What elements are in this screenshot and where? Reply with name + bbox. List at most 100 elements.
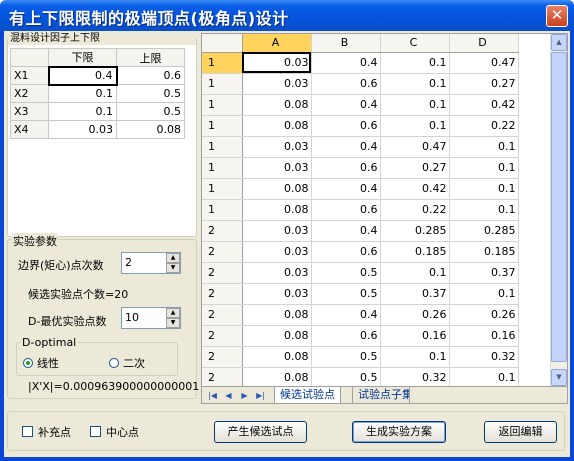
row-header[interactable]: 2: [202, 283, 243, 305]
table-cell[interactable]: 0.1: [449, 367, 519, 389]
table-cell[interactable]: 0.1: [380, 94, 450, 116]
table-cell[interactable]: 0.1: [449, 136, 519, 158]
table-cell[interactable]: 0.16: [449, 325, 519, 347]
next-sheet-icon[interactable]: ▶: [238, 389, 251, 402]
table-cell[interactable]: 0.03: [242, 52, 312, 74]
table-cell[interactable]: 0.1: [449, 199, 519, 221]
table-cell[interactable]: 0.03: [242, 73, 312, 95]
lower-cell-x2[interactable]: 0.1: [48, 84, 117, 103]
table-cell[interactable]: 0.47: [380, 136, 450, 158]
row-header[interactable]: 1: [202, 73, 243, 95]
upper-cell-x3[interactable]: 0.5: [116, 102, 185, 121]
table-cell[interactable]: 0.4: [311, 94, 381, 116]
upper-cell-x2[interactable]: 0.5: [116, 84, 185, 103]
table-cell[interactable]: 0.6: [311, 73, 381, 95]
table-cell[interactable]: 0.26: [449, 304, 519, 326]
table-cell[interactable]: 0.03: [242, 157, 312, 179]
prev-sheet-icon[interactable]: ◀: [222, 389, 235, 402]
table-cell[interactable]: 0.1: [380, 262, 450, 284]
table-cell[interactable]: 0.6: [311, 157, 381, 179]
table-cell[interactable]: 0.6: [311, 199, 381, 221]
table-cell[interactable]: 0.32: [380, 367, 450, 389]
tab-candidate-points[interactable]: 候选试验点: [274, 387, 341, 403]
table-cell[interactable]: 0.4: [311, 136, 381, 158]
table-cell[interactable]: 0.4: [311, 178, 381, 200]
table-cell[interactable]: 0.16: [380, 325, 450, 347]
table-cell[interactable]: 0.22: [449, 115, 519, 137]
table-cell[interactable]: 0.03: [242, 220, 312, 242]
table-cell[interactable]: 0.285: [380, 220, 450, 242]
upper-cell-x4[interactable]: 0.08: [116, 120, 185, 139]
col-header-b[interactable]: B: [311, 34, 381, 53]
row-header[interactable]: 2: [202, 325, 243, 347]
table-cell[interactable]: 0.03: [242, 241, 312, 263]
last-sheet-icon[interactable]: ▶|: [254, 389, 267, 402]
row-header[interactable]: 2: [202, 220, 243, 242]
lower-cell-x3[interactable]: 0.1: [48, 102, 117, 121]
table-cell[interactable]: 0.185: [449, 241, 519, 263]
col-header-d[interactable]: D: [449, 34, 519, 53]
table-cell[interactable]: 0.6: [311, 325, 381, 347]
table-cell[interactable]: 0.08: [242, 199, 312, 221]
table-cell[interactable]: 0.42: [380, 178, 450, 200]
radio-quadratic[interactable]: 二次: [109, 355, 145, 371]
table-cell[interactable]: 0.08: [242, 94, 312, 116]
table-cell[interactable]: 0.4: [311, 304, 381, 326]
spin-down-icon[interactable]: ▼: [166, 263, 180, 273]
row-header[interactable]: 1: [202, 157, 243, 179]
vertical-scrollbar[interactable]: ▲ ▼: [550, 34, 567, 386]
table-cell[interactable]: 0.03: [242, 283, 312, 305]
row-header[interactable]: 2: [202, 262, 243, 284]
table-cell[interactable]: 0.6: [311, 241, 381, 263]
scroll-down-icon[interactable]: ▼: [551, 369, 567, 386]
first-sheet-icon[interactable]: |◀: [206, 389, 219, 402]
table-cell[interactable]: 0.4: [311, 220, 381, 242]
table-cell[interactable]: 0.27: [380, 157, 450, 179]
spin-down-icon[interactable]: ▼: [166, 318, 180, 328]
generate-candidates-button[interactable]: 产生候选试点: [214, 421, 307, 443]
upper-cell-x1[interactable]: 0.6: [116, 66, 185, 85]
row-header[interactable]: 2: [202, 346, 243, 368]
table-cell[interactable]: 0.6: [311, 115, 381, 137]
row-header[interactable]: 2: [202, 367, 243, 389]
table-cell[interactable]: 0.37: [380, 283, 450, 305]
boundary-count-spinner[interactable]: 2 ▲ ▼: [121, 252, 181, 274]
table-cell[interactable]: 0.1: [449, 283, 519, 305]
table-cell[interactable]: 0.5: [311, 283, 381, 305]
table-cell[interactable]: 0.42: [449, 94, 519, 116]
table-cell[interactable]: 0.5: [311, 262, 381, 284]
table-cell[interactable]: 0.32: [449, 346, 519, 368]
table-cell[interactable]: 0.285: [449, 220, 519, 242]
row-header[interactable]: 1: [202, 199, 243, 221]
table-cell[interactable]: 0.08: [242, 367, 312, 389]
table-cell[interactable]: 0.4: [311, 52, 381, 74]
row-header[interactable]: 2: [202, 304, 243, 326]
back-to-edit-button[interactable]: 返回编辑: [484, 421, 557, 443]
title-bar[interactable]: 有上下限限制的极端顶点(极角点)设计 ✕: [0, 0, 574, 31]
candidate-points-grid[interactable]: A B C D 1 0.03 0.4 0.1 0.47 1 0.03 0.6 0.1 0.27 1 0…: [201, 33, 568, 404]
lower-cell-x4[interactable]: 0.03: [48, 120, 117, 139]
table-cell[interactable]: 0.47: [449, 52, 519, 74]
table-cell[interactable]: 0.22: [380, 199, 450, 221]
table-cell[interactable]: 0.1: [380, 73, 450, 95]
spin-up-icon[interactable]: ▲: [166, 308, 180, 318]
row-header[interactable]: 1: [202, 115, 243, 137]
checkbox-supplement[interactable]: 补充点: [22, 424, 71, 440]
table-cell[interactable]: 0.1: [449, 178, 519, 200]
table-cell[interactable]: 0.5: [311, 367, 381, 389]
col-header-a[interactable]: A: [242, 34, 312, 53]
table-cell[interactable]: 0.08: [242, 304, 312, 326]
scroll-thumb[interactable]: [551, 52, 567, 362]
d-optimal-count-spinner[interactable]: 10 ▲ ▼: [121, 307, 181, 329]
checkbox-center[interactable]: 中心点: [90, 424, 139, 440]
table-cell[interactable]: 0.26: [380, 304, 450, 326]
radio-linear[interactable]: 线性: [23, 355, 59, 371]
tab-point-subset[interactable]: 试验点子集: [352, 387, 410, 403]
table-cell[interactable]: 0.37: [449, 262, 519, 284]
table-cell[interactable]: 0.08: [242, 346, 312, 368]
table-cell[interactable]: 0.08: [242, 325, 312, 347]
table-cell[interactable]: 0.1: [380, 346, 450, 368]
row-header[interactable]: 1: [202, 52, 243, 74]
row-header[interactable]: 1: [202, 94, 243, 116]
row-header[interactable]: 1: [202, 178, 243, 200]
